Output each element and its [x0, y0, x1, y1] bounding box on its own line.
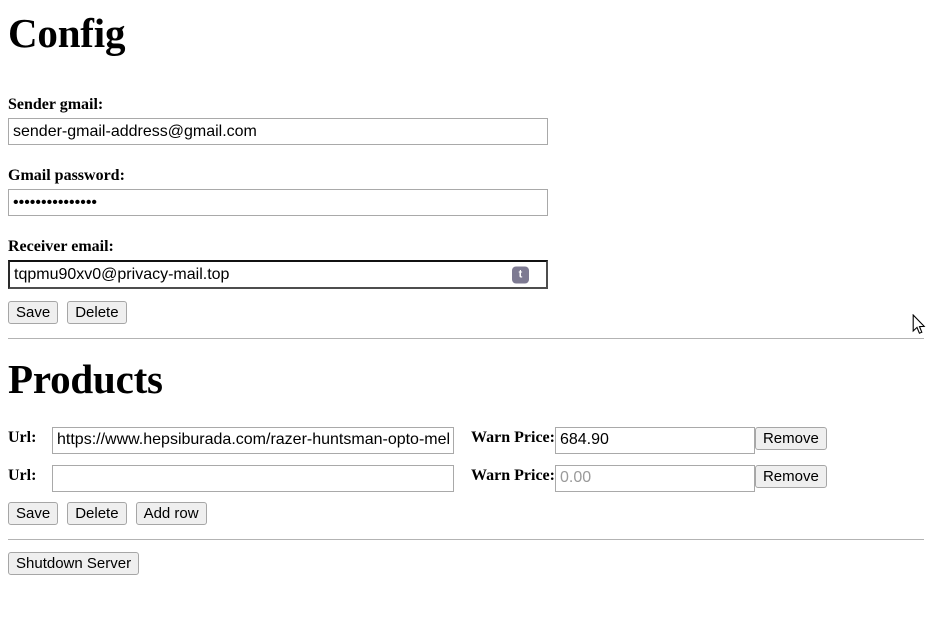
config-save-button[interactable]: Save	[8, 301, 59, 324]
warn-price-label: Warn Price:	[471, 467, 555, 484]
product-price-input[interactable]	[554, 426, 755, 454]
warn-price-label: Warn Price:	[471, 429, 555, 446]
sender-gmail-input[interactable]	[8, 118, 548, 145]
receiver-email-input[interactable]	[8, 260, 548, 289]
receiver-email-field-wrap: t	[8, 260, 548, 289]
product-row: Url: Warn Price: Remove	[8, 462, 924, 492]
product-row: Url: Warn Price: Remove	[8, 424, 924, 454]
sender-gmail-label: Sender gmail:	[8, 96, 104, 113]
products-rows: Url: Warn Price: Remove Url: Warn Price:…	[8, 424, 924, 492]
product-remove-button[interactable]: Remove	[754, 426, 827, 450]
autofill-badge-icon[interactable]: t	[512, 266, 529, 283]
products-heading: Products	[8, 356, 163, 402]
page-container: Config Sender gmail: Gmail password: Rec…	[0, 0, 932, 575]
gmail-password-input[interactable]	[8, 189, 548, 216]
product-price-input[interactable]	[554, 464, 755, 492]
products-add-row-button[interactable]: Add row	[135, 502, 207, 525]
products-save-button[interactable]: Save	[8, 502, 59, 525]
product-url-input[interactable]	[52, 464, 454, 492]
url-label: Url:	[8, 429, 37, 446]
footer-divider	[8, 539, 924, 540]
config-delete-button[interactable]: Delete	[67, 301, 127, 324]
product-url-input[interactable]	[52, 426, 454, 454]
product-remove-button[interactable]: Remove	[754, 464, 827, 488]
footer-button-row: Shutdown Server	[8, 552, 924, 575]
config-button-row: Save Delete	[8, 301, 924, 324]
url-label: Url:	[8, 467, 37, 484]
shutdown-server-button[interactable]: Shutdown Server	[8, 552, 140, 575]
products-button-row: Save Delete Add row	[8, 502, 924, 525]
gmail-password-label: Gmail password:	[8, 167, 125, 184]
products-delete-button[interactable]: Delete	[67, 502, 127, 525]
receiver-email-label: Receiver email:	[8, 238, 114, 255]
config-heading: Config	[8, 10, 126, 56]
